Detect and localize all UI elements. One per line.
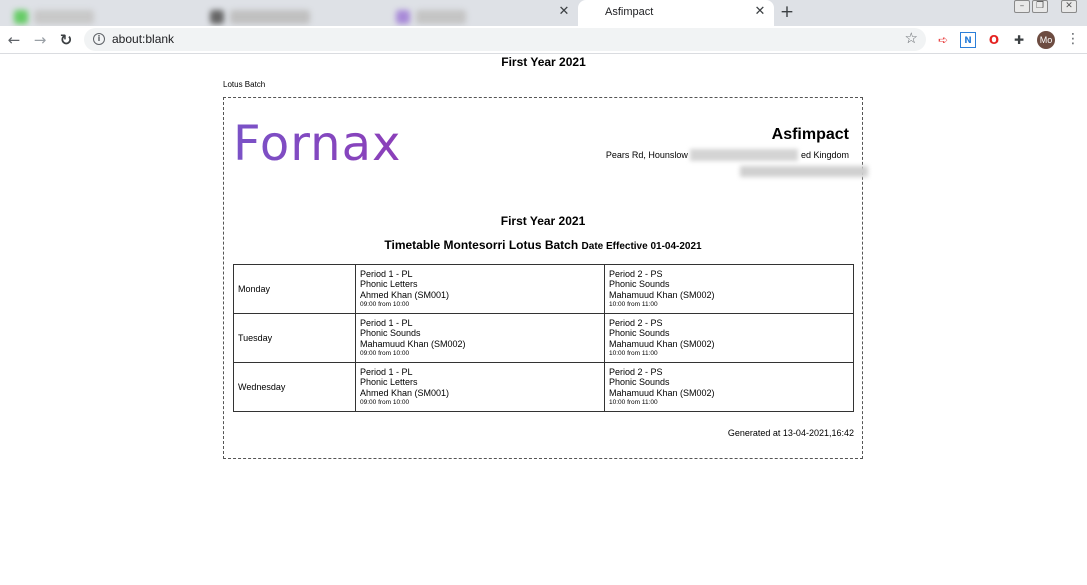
period-cell: Period 2 - PS Phonic Sounds Mahamuud Khan … [604,264,854,314]
forward-arrow-icon[interactable]: → [30,30,50,50]
period-subject: Phonic Sounds [360,328,421,339]
background-tab-2[interactable] [180,4,360,24]
period-period: Period 2 - PS [609,366,663,377]
generated-timestamp: Generated at 13-04-2021,16:42 [727,428,854,438]
period-teacher: Mahamuud Khan (SM002) [609,387,715,398]
period-cell: Period 2 - PS Phonic Sounds Mahamuud Khan … [604,362,854,412]
period-teacher: Mahamuud Khan (SM002) [360,338,466,349]
report-card: Fornax Asfimpact Pears Rd, Hounslow ed K… [223,97,868,459]
redacted-address [690,149,799,161]
period-subject: Phonic Sounds [609,328,670,339]
period-period: Period 1 - PL [360,317,413,328]
period-cell: Period 1 - PL Phonic Sounds Mahamuud Khan … [355,313,605,363]
batch-label: Lotus Batch [223,80,266,89]
period-subject: Phonic Letters [360,377,418,388]
avatar[interactable]: Mo [1037,31,1055,49]
reload-icon[interactable]: ↻ [56,30,76,50]
period-time: 10:00 from 11:00 [609,350,658,358]
address-bar[interactable]: i about:blank ☆ [84,28,926,51]
period-subject: Phonic Sounds [609,279,670,290]
puzzle-icon[interactable]: ✚ [1011,32,1027,48]
period-time: 10:00 from 11:00 [609,301,658,309]
date-effective: Date Effective 01-04-2021 [581,241,702,252]
period-subject: Phonic Sounds [609,377,670,388]
background-tab-1[interactable] [8,4,178,24]
period-teacher: Ahmed Khan (SM001) [360,289,450,300]
extension-n-icon[interactable]: N [960,32,976,48]
period-teacher: Mahamuud Khan (SM002) [609,338,715,349]
kebab-menu-icon[interactable]: ⋮ [1066,31,1080,47]
period-teacher: Ahmed Khan (SM001) [360,387,450,398]
minimize-window-icon[interactable]: – [1014,0,1030,13]
period-time: 09:00 from 10:00 [360,301,410,309]
period-cell: Period 2 - PS Phonic Sounds Mahamuud Khan … [604,313,854,363]
close-tab-icon[interactable]: ✕ [554,2,574,22]
address-start: Pears Rd, Hounslow [605,150,688,160]
company-name: Asfimpact [771,126,849,143]
period-period: Period 2 - PS [609,268,663,279]
period-time: 10:00 from 11:00 [609,399,658,407]
restore-window-icon[interactable]: ❐ [1032,0,1048,13]
table-row: Tuesday Period 1 - PL Phonic Sounds Mahamuu… [233,313,854,363]
timetable-title: Timetable Montesorri Lotus Batch Date Ef… [224,238,862,252]
active-tab-title: Asfimpact [605,6,654,18]
url-text[interactable]: about:blank [112,32,174,46]
info-icon[interactable]: i [93,33,105,45]
close-window-icon[interactable]: ✕ [1061,0,1077,13]
background-tab-3[interactable] [380,4,550,24]
report-year-title: First Year 2021 [500,214,586,228]
timetable-name: Timetable Montesorri Lotus Batch [384,238,579,252]
new-tab-plus-icon[interactable]: + [776,2,798,24]
close-active-tab-icon[interactable]: ✕ [750,2,770,22]
bookmark-star-icon[interactable]: ☆ [905,29,918,47]
active-tab[interactable]: Asfimpact ✕ [578,0,774,26]
company-address: Pears Rd, Hounslow ed Kingdom [606,149,849,161]
table-row: Wednesday Period 1 - PL Phonic Letters Ahme… [233,362,854,412]
day-cell: Monday [233,264,356,314]
period-period: Period 1 - PL [360,366,413,377]
period-period: Period 2 - PS [609,317,663,328]
fornax-logo: Fornax [233,116,402,172]
address-end: ed Kingdom [800,150,849,160]
period-time: 09:00 from 10:00 [360,350,410,358]
table-row: Monday Period 1 - PL Phonic Letters Ahmed K… [233,264,854,314]
browser-toolbar: ← → ↻ i about:blank ☆ ➪ N O ✚ Mo ⋮ [0,26,1087,54]
extension-arrow-icon[interactable]: ➪ [935,32,951,48]
day-cell: Wednesday [233,362,356,412]
page-title: First Year 2021 [501,55,586,69]
period-teacher: Mahamuud Khan (SM002) [609,289,715,300]
period-period: Period 1 - PL [360,268,413,279]
tab-strip: ✕ Asfimpact ✕ + – ❐ ✕ [0,0,1087,26]
period-cell: Period 1 - PL Phonic Letters Ahmed Khan (S… [355,264,605,314]
day-cell: Tuesday [233,313,356,363]
timetable-table: Monday Period 1 - PL Phonic Letters Ahmed K… [233,264,854,412]
period-time: 09:00 from 10:00 [360,399,410,407]
period-cell: Period 1 - PL Phonic Letters Ahmed Khan (S… [355,362,605,412]
back-arrow-icon[interactable]: ← [4,30,24,50]
period-subject: Phonic Letters [360,279,418,290]
redacted-contact [740,166,868,177]
opera-o-icon[interactable]: O [986,32,1002,48]
